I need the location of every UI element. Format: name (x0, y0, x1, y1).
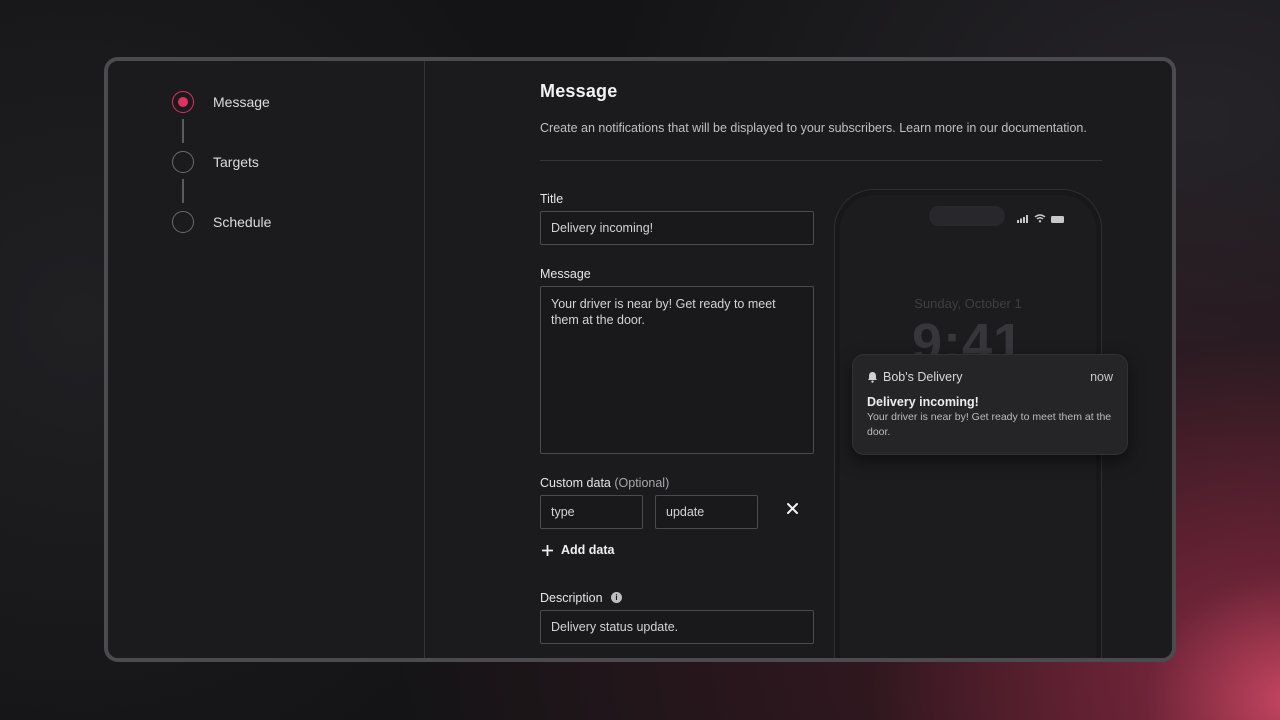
message-textarea[interactable]: Your driver is near by! Get ready to mee… (540, 286, 814, 454)
notification-time: now (1090, 370, 1113, 384)
description-input[interactable]: Delivery status update. (540, 610, 814, 644)
step-schedule[interactable]: Schedule (172, 211, 271, 233)
info-icon[interactable]: i (611, 592, 623, 604)
close-icon (786, 501, 798, 519)
lock-screen-date: Sunday, October 1 (914, 296, 1022, 311)
wifi-icon (1034, 210, 1046, 228)
custom-data-value-input[interactable]: update (655, 495, 758, 529)
step-label: Schedule (213, 214, 272, 230)
step-targets[interactable]: Targets (172, 151, 259, 173)
page-description: Create an notifications that will be dis… (540, 121, 1087, 135)
title-input[interactable]: Delivery incoming! (540, 211, 814, 245)
status-bar (1017, 210, 1065, 228)
step-indicator (172, 151, 194, 173)
app-window: Message Targets Schedule Message Create … (104, 57, 1176, 662)
custom-data-label: Custom data (Optional) (540, 476, 669, 490)
battery-icon (1051, 210, 1065, 228)
message-label: Message (540, 267, 591, 281)
step-label: Message (213, 94, 270, 110)
description-label: Description i (540, 591, 623, 605)
divider (540, 160, 1102, 161)
custom-data-label-text: Custom data (540, 476, 611, 490)
step-indicator (172, 211, 194, 233)
remove-custom-data-button[interactable] (784, 502, 800, 518)
optional-hint: (Optional) (614, 476, 670, 490)
step-message[interactable]: Message (172, 91, 270, 113)
notification-app: Bob's Delivery (867, 370, 963, 384)
stepper-sidebar: Message Targets Schedule (108, 61, 425, 658)
step-label: Targets (213, 154, 259, 170)
notification-body: Your driver is near by! Get ready to mee… (867, 411, 1112, 438)
step-indicator-active (172, 91, 194, 113)
main-content: Message Create an notifications that wil… (540, 61, 1140, 658)
bell-icon (867, 371, 878, 383)
title-label: Title (540, 192, 564, 206)
notification-app-name: Bob's Delivery (883, 370, 963, 384)
description-label-text: Description (540, 591, 603, 605)
page-title: Message (540, 81, 618, 101)
notification-title: Delivery incoming! (867, 395, 979, 409)
plus-icon (542, 544, 553, 556)
notification-preview: Bob's Delivery now Delivery incoming! Yo… (852, 354, 1128, 455)
dynamic-island (929, 206, 1005, 226)
add-data-button[interactable]: Add data (540, 543, 614, 557)
step-connector (182, 119, 184, 143)
add-data-label: Add data (561, 543, 615, 557)
step-connector (182, 179, 184, 203)
custom-data-key-input[interactable]: type (540, 495, 643, 529)
signal-icon (1017, 210, 1029, 228)
